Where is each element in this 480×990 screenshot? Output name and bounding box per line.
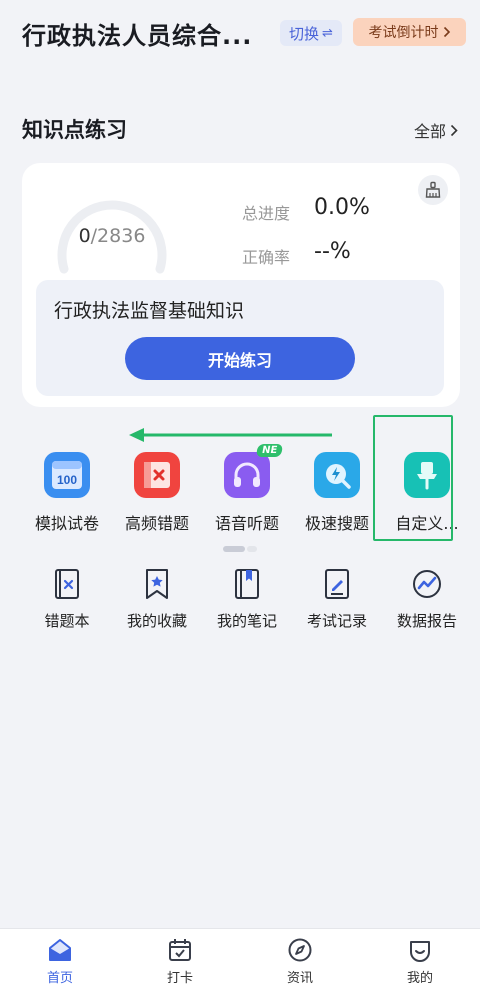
progress-label: 总进度 (242, 204, 291, 223)
shortcut-label: 错题本 (44, 612, 90, 630)
tool-fast-search[interactable]: 极速搜题 (292, 452, 382, 534)
tab-home[interactable]: 首页 (0, 929, 120, 990)
shortcut-notes[interactable]: 我的笔记 (202, 567, 292, 631)
data-report-icon (411, 567, 443, 601)
switch-label: 切换 (289, 24, 320, 43)
shortcut-favorites[interactable]: 我的收藏 (112, 567, 202, 631)
header: 行政执法人员综合... 切换 ⇌ 考试倒计时 (0, 0, 480, 70)
accuracy-value: --% (314, 239, 351, 264)
shortcut-wrong-book[interactable]: 错题本 (22, 567, 112, 631)
tab-label: 首页 (46, 971, 73, 986)
tab-label: 我的 (406, 971, 433, 986)
practice-card: 0/2836 总进度 0.0% 正确率 --% 行政执法监督基础知识 开始练习 (22, 163, 460, 407)
home-icon (49, 939, 71, 961)
tab-checkin[interactable]: 打卡 (120, 929, 240, 990)
tab-profile[interactable]: 我的 (360, 929, 480, 990)
progress-value: 0.0% (314, 195, 370, 220)
start-practice-button[interactable]: 开始练习 (125, 337, 355, 380)
view-all-label: 全部 (413, 122, 446, 141)
tool-frequent-errors[interactable]: 高频错题 (112, 452, 202, 534)
tab-label: 资讯 (286, 971, 313, 986)
tool-mock-exam[interactable]: 100 模拟试卷 (22, 452, 112, 534)
exam-record-icon (321, 567, 353, 601)
svg-text:100: 100 (57, 473, 77, 487)
app-title: 行政执法人员综合... (22, 22, 253, 50)
view-all-link[interactable]: 全部 (414, 118, 458, 142)
chevron-right-icon (443, 26, 450, 38)
page-dot (247, 546, 257, 552)
page-indicator (223, 546, 257, 552)
wrong-question-icon (134, 452, 180, 498)
wrong-book-icon (51, 567, 83, 601)
compass-icon (288, 938, 312, 962)
calendar-check-icon (169, 939, 191, 961)
exam-countdown-button[interactable]: 考试倒计时 (353, 18, 466, 46)
shortcut-data-report[interactable]: 数据报告 (382, 567, 472, 631)
shortcut-label: 我的笔记 (216, 612, 277, 630)
highlight-frame (373, 415, 453, 541)
done-count: 0 (78, 225, 91, 247)
tool-label: 极速搜题 (304, 514, 369, 533)
tool-audio-questions[interactable]: NE 语音听题 (202, 444, 292, 534)
tool-label: 高频错题 (124, 514, 189, 533)
accuracy-label: 正确率 (242, 248, 291, 267)
tab-news[interactable]: 资讯 (240, 929, 360, 990)
tab-label: 打卡 (166, 971, 193, 986)
shortcut-label: 考试记录 (306, 612, 367, 630)
headphones-icon: NE (224, 444, 284, 498)
page-dot-active (223, 546, 245, 552)
swap-icon: ⇌ (322, 25, 333, 41)
shortcut-label: 数据报告 (396, 612, 457, 630)
countdown-label: 考试倒计时 (368, 25, 439, 41)
practice-subject-panel: 行政执法监督基础知识 开始练习 (36, 280, 444, 396)
swipe-arrow-icon (129, 428, 332, 442)
bookmark-icon (141, 567, 173, 601)
chevron-right-icon (450, 124, 458, 136)
new-badge: NE (255, 444, 284, 457)
fast-search-icon (314, 452, 360, 498)
subject-title: 行政执法监督基础知识 (54, 300, 245, 322)
profile-icon (410, 941, 430, 962)
gauge-count: 0/2836 (52, 225, 172, 247)
broom-icon (425, 181, 441, 198)
tool-label: 语音听题 (214, 514, 279, 533)
shortcut-exam-records[interactable]: 考试记录 (292, 567, 382, 631)
switch-button[interactable]: 切换 ⇌ (280, 20, 342, 46)
exam-paper-100-icon: 100 (44, 452, 90, 498)
section-title: 知识点练习 (22, 118, 127, 142)
notebook-icon (231, 567, 263, 601)
tool-label: 模拟试卷 (34, 514, 99, 533)
clear-progress-button[interactable] (418, 175, 448, 205)
shortcut-label: 我的收藏 (126, 612, 187, 630)
bottom-tab-bar: 首页 打卡 资讯 我的 (0, 928, 480, 990)
total-count: /2836 (90, 225, 146, 247)
shortcut-row: 错题本 我的收藏 我的笔记 考试记录 数据报告 (0, 567, 480, 631)
